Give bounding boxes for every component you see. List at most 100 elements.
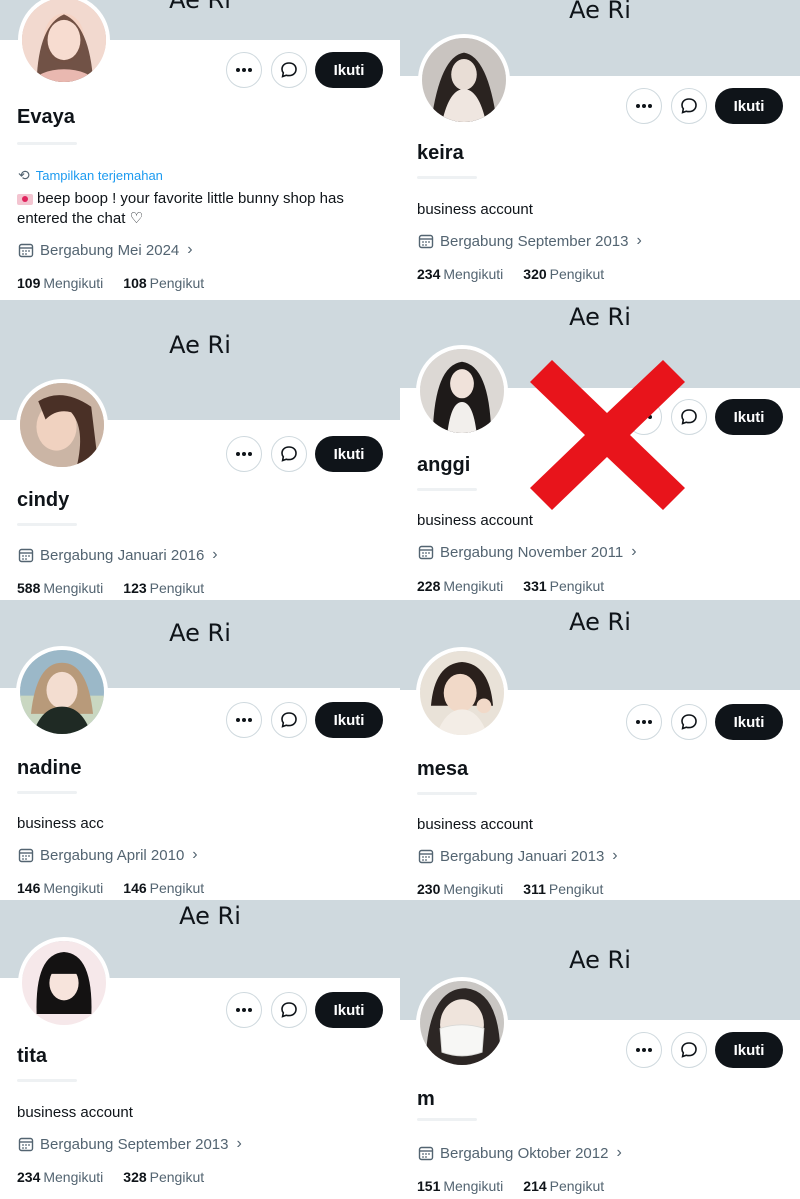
following-count: 151: [417, 1178, 441, 1194]
more-dots-icon: [236, 452, 252, 456]
more-button[interactable]: [226, 52, 262, 88]
handle-placeholder: [17, 791, 77, 794]
follow-stats: 234 Mengikuti 328 Pengikut: [17, 1169, 204, 1185]
more-button[interactable]: [626, 704, 662, 740]
calendar-icon: [418, 234, 434, 249]
message-button[interactable]: [271, 992, 307, 1028]
avatar[interactable]: [16, 646, 108, 738]
follow-button[interactable]: Ikuti: [715, 704, 783, 740]
joined-date: Bergabung Mei 2024 ›: [18, 241, 193, 259]
message-button[interactable]: [671, 1032, 707, 1068]
profile-bio: business account: [417, 201, 533, 218]
message-button[interactable]: [671, 704, 707, 740]
following-count: 234: [17, 1169, 41, 1185]
profile-card-tita: Ae Ri Ikuti tita business account Bergab…: [0, 900, 400, 1199]
following-stat[interactable]: 234 Mengikuti: [17, 1169, 103, 1185]
more-button[interactable]: [226, 992, 262, 1028]
follow-button[interactable]: Ikuti: [715, 399, 783, 435]
more-dots-icon: [636, 104, 652, 108]
followers-stat[interactable]: 328 Pengikut: [123, 1169, 204, 1185]
message-button[interactable]: [671, 88, 707, 124]
message-button[interactable]: [271, 702, 307, 738]
following-stat[interactable]: 234 Mengikuti: [417, 266, 503, 282]
follow-button[interactable]: Ikuti: [715, 88, 783, 124]
followers-label: Pengikut: [149, 275, 205, 291]
profile-name: anggi: [417, 454, 471, 476]
follow-button[interactable]: Ikuti: [315, 436, 383, 472]
calendar-icon: [18, 848, 34, 863]
followers-stat[interactable]: 331 Pengikut: [523, 578, 604, 594]
following-stat[interactable]: 230 Mengikuti: [417, 881, 503, 897]
following-count: 146: [17, 880, 41, 896]
message-bubble-icon: [281, 62, 297, 78]
followers-stat[interactable]: 123 Pengikut: [123, 580, 204, 596]
follow-stats: 228 Mengikuti 331 Pengikut: [417, 578, 604, 594]
banner-text: Ae Ri: [569, 303, 631, 331]
followers-count: 123: [123, 580, 147, 596]
more-button[interactable]: [226, 436, 262, 472]
joined-text: Bergabung April 2010: [40, 846, 185, 864]
joined-date: Bergabung Oktober 2012 ›: [418, 1144, 622, 1162]
follow-stats: 109 Mengikuti 108 Pengikut: [17, 275, 204, 291]
followers-stat[interactable]: 108 Pengikut: [123, 275, 204, 291]
followers-label: Pengikut: [149, 1169, 205, 1185]
followers-stat[interactable]: 311 Pengikut: [523, 881, 603, 897]
profile-name: tita: [17, 1045, 47, 1067]
following-stat[interactable]: 146 Mengikuti: [17, 880, 103, 896]
message-bubble-icon: [281, 1002, 297, 1018]
avatar[interactable]: [418, 34, 510, 126]
calendar-icon: [18, 548, 34, 563]
follow-button[interactable]: Ikuti: [315, 992, 383, 1028]
translate-link[interactable]: ⟲ Tampilkan terjemahan: [18, 167, 163, 184]
following-count: 228: [417, 578, 441, 594]
message-button[interactable]: [271, 52, 307, 88]
more-button[interactable]: [226, 702, 262, 738]
calendar-icon: [418, 1146, 434, 1161]
avatar[interactable]: [18, 937, 110, 1029]
followers-stat[interactable]: 146 Pengikut: [123, 880, 204, 896]
follow-button[interactable]: Ikuti: [315, 702, 383, 738]
follow-stats: 234 Mengikuti 320 Pengikut: [417, 266, 604, 282]
joined-date: Bergabung September 2013 ›: [418, 232, 642, 250]
following-stat[interactable]: 228 Mengikuti: [417, 578, 503, 594]
avatar[interactable]: [16, 379, 108, 471]
followers-label: Pengikut: [549, 1178, 605, 1194]
joined-date: Bergabung November 2011 ›: [418, 543, 637, 561]
joined-text: Bergabung November 2011: [440, 543, 624, 561]
more-dots-icon: [236, 718, 252, 722]
profile-name: mesa: [417, 758, 469, 780]
red-x-mark-icon: [530, 360, 685, 510]
following-stat[interactable]: 588 Mengikuti: [17, 580, 103, 596]
followers-stat[interactable]: 214 Pengikut: [523, 1178, 604, 1194]
profile-card-mesa: Ae Ri Ikuti mesa business account Bergab…: [400, 600, 800, 900]
follow-button[interactable]: Ikuti: [315, 52, 383, 88]
chevron-right-icon: ›: [236, 1135, 242, 1152]
followers-stat[interactable]: 320 Pengikut: [523, 266, 604, 282]
profile-bio: business acc: [17, 815, 104, 832]
more-dots-icon: [236, 1008, 252, 1012]
avatar[interactable]: [416, 345, 508, 437]
chevron-right-icon: ›: [212, 546, 218, 563]
avatar[interactable]: [416, 647, 508, 739]
handle-placeholder: [417, 176, 477, 179]
more-button[interactable]: [626, 1032, 662, 1068]
banner-text: Ae Ri: [569, 0, 631, 24]
following-count: 230: [417, 881, 441, 897]
message-button[interactable]: [271, 436, 307, 472]
followers-label: Pengikut: [149, 880, 205, 896]
following-stat[interactable]: 151 Mengikuti: [417, 1178, 503, 1194]
avatar[interactable]: [18, 0, 110, 86]
more-button[interactable]: [626, 88, 662, 124]
following-count: 588: [17, 580, 41, 596]
joined-text: Bergabung Oktober 2012: [440, 1144, 609, 1162]
followers-count: 311: [523, 881, 546, 897]
avatar[interactable]: [416, 977, 508, 1069]
more-dots-icon: [236, 68, 252, 72]
following-stat[interactable]: 109 Mengikuti: [17, 275, 103, 291]
following-label: Mengikuti: [43, 275, 104, 291]
profile-name: nadine: [17, 757, 82, 779]
profile-name: cindy: [17, 489, 70, 511]
message-bubble-icon: [281, 712, 297, 728]
banner-text: Ae Ri: [169, 619, 231, 647]
follow-button[interactable]: Ikuti: [715, 1032, 783, 1068]
